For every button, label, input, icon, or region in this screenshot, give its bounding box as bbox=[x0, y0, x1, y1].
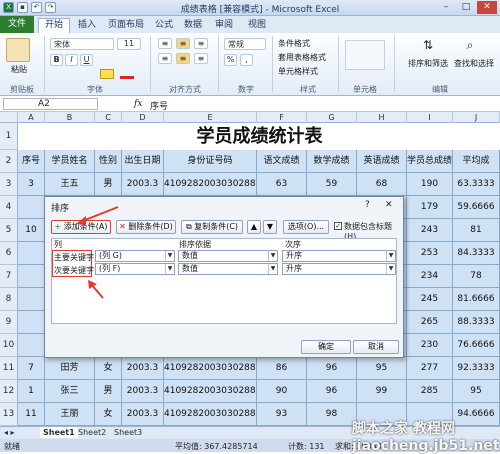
annotation-arrows bbox=[76, 206, 119, 299]
arrowhead-add-level bbox=[76, 216, 86, 225]
arrowhead-key-labels bbox=[88, 280, 97, 289]
